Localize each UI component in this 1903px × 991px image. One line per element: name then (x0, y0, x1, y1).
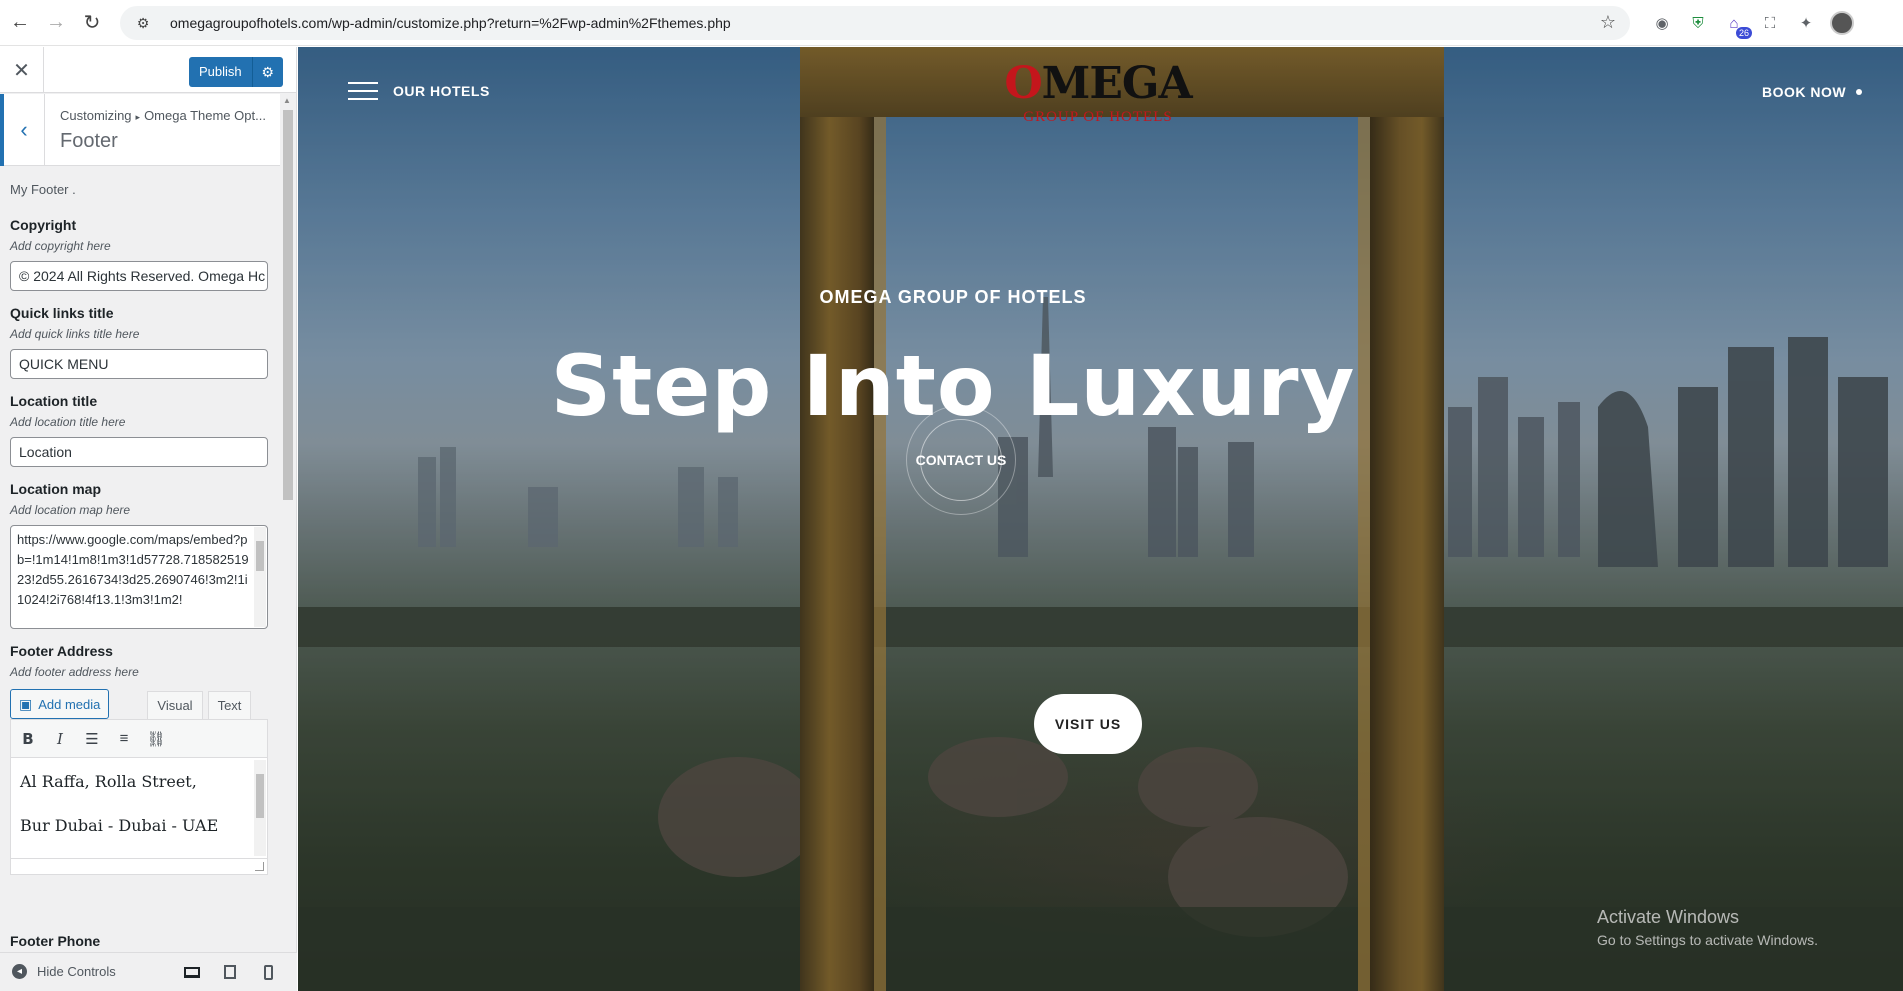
bold-icon[interactable]: B (17, 728, 39, 750)
address-bar[interactable]: ⚙ omegagroupofhotels.com/wp-admin/custom… (120, 6, 1630, 40)
logo-o: O (1004, 58, 1042, 109)
activate-line-1: Activate Windows (1597, 907, 1740, 927)
footer-address-title: Footer Address (10, 643, 113, 659)
breadcrumb: Customizing ▸ Omega Theme Opt... (60, 108, 266, 123)
breadcrumb-item: Customizing (60, 108, 132, 123)
hide-controls-label: Hide Controls (37, 964, 116, 979)
location-title-input[interactable]: Location (10, 437, 268, 467)
copyright-input[interactable]: © 2024 All Rights Reserved. Omega Hc (10, 261, 268, 291)
dot-icon (1856, 89, 1863, 95)
extension-badge-icon[interactable]: ⌂ 26 (1720, 9, 1752, 39)
logo-subtitle: GROUP OF HOTELS (1023, 109, 1173, 125)
screenshot-icon[interactable]: ⛶ (1756, 9, 1784, 37)
extensions-area: ◉ ⛨ ⌂ 26 ⛶ ✦ (1648, 8, 1856, 39)
breadcrumb-separator-icon: ▸ (135, 112, 141, 122)
breadcrumb-item: Omega Theme Opt... (144, 108, 266, 123)
bullet-list-icon[interactable]: ☰ (81, 728, 103, 750)
profile-avatar[interactable] (1828, 9, 1856, 37)
url-text[interactable]: omegagroupofhotels.com/wp-admin/customiz… (170, 15, 731, 31)
media-icon: ▣ (19, 695, 33, 712)
copyright-title: Copyright (10, 217, 77, 233)
link-icon[interactable]: ⛓ (145, 728, 167, 750)
bookmark-star-icon[interactable]: ☆ (1600, 12, 1616, 33)
textarea-scroll-thumb[interactable] (256, 541, 264, 571)
textarea-scrollbar[interactable] (254, 527, 266, 627)
section-description: My Footer . (10, 182, 76, 197)
shield-icon[interactable]: ⛨ (1684, 9, 1712, 37)
windows-activation-watermark: Activate Windows Go to Settings to activ… (1597, 907, 1818, 948)
tab-visual[interactable]: Visual (147, 691, 203, 719)
puzzle-icon[interactable]: ✦ (1792, 9, 1820, 37)
location-map-textarea[interactable]: https://www.google.com/maps/embed?pb=!1m… (10, 525, 268, 629)
camera-icon[interactable]: ◉ (1648, 9, 1676, 37)
activate-line-2: Go to Settings to activate Windows. (1597, 932, 1818, 948)
quick-links-input[interactable]: QUICK MENU (10, 349, 268, 379)
section-title: Footer (60, 130, 118, 152)
customizer-footer: ◂ Hide Controls (0, 952, 297, 991)
device-preview-switcher (182, 963, 278, 981)
controls-list: My Footer . Copyright Add copyright here… (10, 182, 268, 875)
publish-settings-gear-icon[interactable]: ⚙ (253, 57, 283, 87)
menu-hamburger-icon[interactable] (348, 82, 378, 100)
browser-toolbar: ← → ↻ ⚙ omegagroupofhotels.com/wp-admin/… (0, 0, 1903, 46)
editor-content[interactable]: Al Raffa, Rolla Street, Bur Dubai - Duba… (11, 758, 267, 858)
location-map-value: https://www.google.com/maps/embed?pb=!1m… (17, 532, 249, 607)
publish-button-group: Publish ⚙ (189, 57, 283, 87)
add-media-label: Add media (38, 696, 101, 712)
add-media-button[interactable]: ▣ Add media (10, 689, 110, 719)
hero-overlay (298, 47, 1903, 991)
visit-us-button[interactable]: VISIT US (1034, 694, 1142, 754)
extension-badge: 26 (1735, 27, 1752, 39)
hero-subtitle: OMEGA GROUP OF HOTELS (819, 287, 1087, 307)
editor-tabs: ▣ Add media Visual Text (10, 687, 268, 719)
site-preview: OUR HOTELS OMEGA GROUP OF HOTELS BOOK NO… (298, 47, 1903, 991)
location-map-title: Location map (10, 481, 102, 497)
hide-controls-button[interactable]: ◂ Hide Controls (12, 964, 116, 979)
customizer-sidebar: ✕ Publish ⚙ ‹ Customizing ▸ Omega Theme Op… (0, 47, 297, 991)
logo-wordmark: OMEGA (998, 59, 1198, 109)
address-editor: B I ☰ ≡ ⛓ Al Raffa, Rolla Street, Bur Du… (10, 719, 268, 875)
copyright-description: Add copyright here (10, 239, 111, 253)
quick-links-title: Quick links title (10, 305, 114, 321)
site-settings-icon[interactable]: ⚙ (130, 10, 156, 36)
tablet-preview-icon[interactable] (220, 963, 240, 981)
address-line-2: Bur Dubai - Dubai - UAE (20, 816, 219, 835)
customizer-header: ✕ Publish ⚙ (0, 47, 296, 93)
scroll-up-icon[interactable]: ▲ (283, 96, 291, 105)
location-title-description: Add location title here (10, 415, 126, 429)
back-chevron-icon[interactable]: ‹ (0, 94, 45, 166)
omega-logo[interactable]: OMEGA GROUP OF HOTELS (998, 59, 1198, 139)
nav-our-hotels[interactable]: OUR HOTELS (393, 83, 490, 99)
editor-toolbar: B I ☰ ≡ ⛓ (11, 720, 267, 758)
scroll-thumb[interactable] (283, 110, 293, 500)
footer-phone-title: Footer Phone (10, 933, 101, 949)
publish-button[interactable]: Publish (189, 57, 253, 87)
logo-text: MEGA (1041, 58, 1193, 109)
collapse-arrow-icon: ◂ (12, 964, 27, 979)
quick-links-description: Add quick links title here (10, 327, 140, 341)
tab-text[interactable]: Text (207, 691, 252, 719)
desktop-preview-icon[interactable] (182, 963, 202, 981)
back-arrow-icon[interactable]: ← (2, 5, 38, 41)
numbered-list-icon[interactable]: ≡ (113, 728, 135, 750)
book-now-label: BOOK NOW (1762, 84, 1847, 100)
mobile-preview-icon[interactable] (258, 963, 278, 981)
contact-us-button[interactable]: CONTACT US (906, 452, 1016, 468)
forward-arrow-icon[interactable]: → (38, 5, 74, 41)
book-now-link[interactable]: BOOK NOW (1762, 84, 1863, 100)
editor-scrollbar[interactable] (254, 760, 266, 856)
editor-scroll-thumb[interactable] (256, 774, 264, 818)
panel-scrollbar[interactable]: ▲ ▼ (281, 94, 295, 991)
editor-resize-handle[interactable] (11, 858, 267, 874)
reload-icon[interactable]: ↻ (74, 5, 110, 41)
location-map-description: Add location map here (10, 503, 131, 517)
address-line-1: Al Raffa, Rolla Street, (20, 772, 197, 791)
section-header: ‹ Customizing ▸ Omega Theme Opt... Footer (0, 94, 280, 166)
footer-address-description: Add footer address here (10, 665, 139, 679)
close-icon[interactable]: ✕ (0, 47, 44, 93)
italic-icon[interactable]: I (49, 728, 71, 750)
location-title-label: Location title (10, 393, 98, 409)
